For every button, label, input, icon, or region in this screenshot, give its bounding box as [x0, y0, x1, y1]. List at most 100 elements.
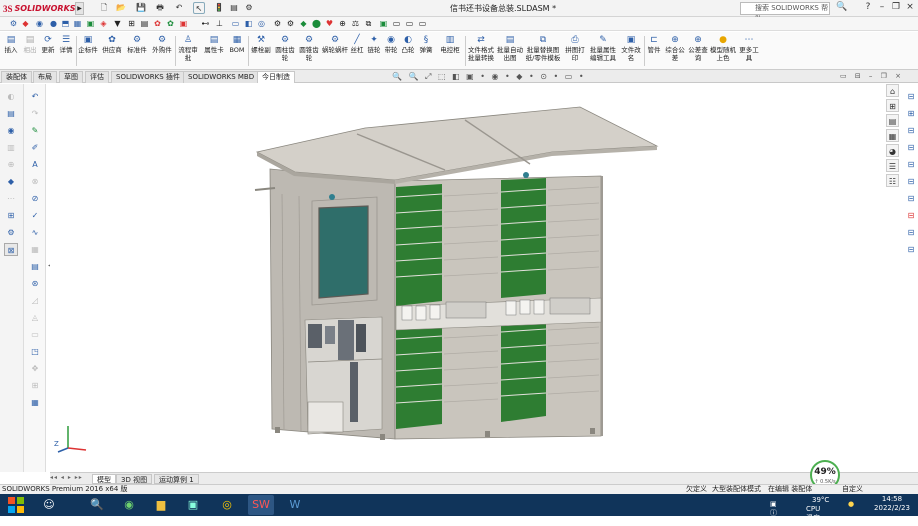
spring-button[interactable]: § 弹簧: [417, 34, 435, 54]
check-icon[interactable]: ✓: [28, 209, 42, 222]
browser-icon[interactable]: ◉: [116, 495, 142, 515]
feature-tool-icon[interactable]: ▥: [4, 141, 18, 154]
supplier-button[interactable]: ✿ 供应商: [100, 34, 124, 54]
side-tool-icon[interactable]: ⊟: [904, 90, 918, 103]
toolbar-tool-icon[interactable]: ✿: [152, 18, 163, 29]
search-icon[interactable]: 🔍: [84, 495, 110, 515]
toolbar-tool-icon[interactable]: ⚖: [350, 18, 361, 29]
random-color-button[interactable]: ● 模型随机上色: [710, 34, 736, 62]
feature-tool-icon[interactable]: ◐: [4, 90, 18, 103]
feature-tool-icon[interactable]: ⊕: [4, 158, 18, 171]
tolerance-query-button[interactable]: ⊕ 公差查询: [687, 34, 709, 62]
toolbar-tool-icon[interactable]: ●: [48, 18, 59, 29]
feature-tool-icon[interactable]: ⊠: [4, 243, 18, 256]
side-tool-icon[interactable]: ⊟: [904, 209, 918, 222]
file-explorer-icon[interactable]: ▆: [148, 495, 174, 515]
standard-part-button[interactable]: ⚙ 标准件: [125, 34, 149, 54]
graphics-viewport[interactable]: [50, 84, 886, 472]
file-properties-icon[interactable]: ▤: [228, 2, 240, 14]
app-icon[interactable]: ▣: [180, 495, 206, 515]
toolbar-tool-icon[interactable]: ⊥: [214, 18, 225, 29]
sketch-tool-icon[interactable]: ✎: [28, 124, 42, 137]
tab-today-manufacturing[interactable]: 今日制造: [257, 71, 295, 83]
side-tool-icon[interactable]: ⊟: [904, 226, 918, 239]
toolbar-tool-icon[interactable]: ◆: [20, 18, 31, 29]
toolbar-tool-icon[interactable]: ◆: [298, 18, 309, 29]
purchased-part-button[interactable]: ⚙ 外购件: [150, 34, 174, 54]
toolbar-tool-icon[interactable]: ▼: [112, 18, 123, 29]
feature-tool-icon[interactable]: ⚙: [4, 226, 18, 239]
tab-motion-study[interactable]: 运动算例 1: [154, 474, 199, 484]
sketch-tool-icon[interactable]: ▭: [28, 328, 42, 341]
sketch-tool-icon[interactable]: ⊛: [28, 277, 42, 290]
tab-assembly[interactable]: 装配体: [1, 71, 32, 83]
help-search-input[interactable]: 搜索 SOLIDWORKS 帮助: [740, 2, 830, 23]
sketch-tool-icon[interactable]: ⊘: [28, 192, 42, 205]
viewport-window-controls[interactable]: ▭ ⊟ – ❐ ×: [840, 72, 904, 80]
tab-layout[interactable]: 布局: [33, 71, 57, 83]
toolbar-tool-icon[interactable]: ▭: [230, 18, 241, 29]
sprocket-button[interactable]: ✦ 链轮: [366, 34, 382, 54]
menu-expand-arrow-icon[interactable]: ▶: [75, 2, 84, 15]
chrome-icon[interactable]: ◎: [214, 495, 240, 515]
toolbar-tool-icon[interactable]: ▭: [391, 18, 402, 29]
open-document-icon[interactable]: 📂: [115, 2, 127, 14]
tab-mbd[interactable]: SOLIDWORKS MBD: [183, 71, 260, 83]
file-explorer-icon[interactable]: ▤: [886, 114, 899, 127]
toolbar-tool-icon[interactable]: ⧉: [363, 18, 374, 29]
details-button[interactable]: ☰ 详情: [57, 34, 75, 54]
sketch-tool-icon[interactable]: ⊗: [28, 175, 42, 188]
toolbar-tool-icon[interactable]: ⬤: [311, 18, 322, 29]
select-arrow-icon[interactable]: ↖: [193, 2, 205, 14]
sketch-tool-icon[interactable]: ◿: [28, 294, 42, 307]
bevel-gear-button[interactable]: ⚙ 圆锥齿轮: [298, 34, 320, 62]
word-icon[interactable]: W: [282, 495, 308, 515]
feature-tool-icon[interactable]: ▤: [4, 107, 18, 120]
toolbar-tool-icon[interactable]: ▣: [85, 18, 96, 29]
toolbar-tool-icon[interactable]: ▤: [139, 18, 150, 29]
toolbar-tool-icon[interactable]: ▣: [178, 18, 189, 29]
cam-button[interactable]: ◐ 凸轮: [400, 34, 416, 54]
sketch-tool-icon[interactable]: ✥: [28, 362, 42, 375]
pulley-button[interactable]: ◉ 带轮: [383, 34, 399, 54]
feature-tool-icon[interactable]: ◉: [4, 124, 18, 137]
side-tool-icon[interactable]: ⊟: [904, 158, 918, 171]
heads-up-view-toolbar[interactable]: 🔍 🔍 ⤢ ⬚ ◧ ▣ • ◉ • ◆ • ⊙ • ▭ •: [392, 72, 586, 83]
tray-icons[interactable]: ▣ ⓘ ▴: [770, 500, 777, 526]
lead-screw-button[interactable]: ╱ 丝杠: [349, 34, 365, 54]
rename-button[interactable]: ▣ 文件改名: [619, 34, 643, 62]
property-edit-button[interactable]: ✎ 批量属性编辑工具: [588, 34, 618, 62]
toolbar-tool-icon[interactable]: ⚙: [285, 18, 296, 29]
assembly-model[interactable]: [50, 84, 886, 472]
help-menu-icon[interactable]: ?: [862, 2, 874, 12]
forum-icon[interactable]: ☷: [886, 174, 899, 187]
print-button[interactable]: ⎙ 拼图打印: [563, 34, 587, 62]
toolbar-tool-icon[interactable]: ◧: [243, 18, 254, 29]
toolbar-tool-icon[interactable]: ⊞: [126, 18, 137, 29]
home-icon[interactable]: ⌂: [886, 84, 899, 97]
solidworks-logo[interactable]: 3S SOLIDWORKS: [3, 2, 76, 15]
template-replace-button[interactable]: ⧉ 批量替换图纸/零件模板: [524, 34, 562, 62]
appearances-icon[interactable]: ◕: [886, 144, 899, 157]
toolbar-tool-icon[interactable]: ⊕: [337, 18, 348, 29]
toolbar-tool-icon[interactable]: ◈: [98, 18, 109, 29]
feature-tool-icon[interactable]: ⋯: [4, 192, 18, 205]
restore-icon[interactable]: ❐: [890, 2, 902, 12]
text-icon[interactable]: A: [28, 158, 42, 171]
view-palette-icon[interactable]: ▦: [886, 129, 899, 142]
custom-properties-icon[interactable]: ☰: [886, 159, 899, 172]
tab-sketch[interactable]: 草图: [59, 71, 83, 83]
new-document-icon[interactable]: 🗋: [98, 2, 110, 14]
property-card-button[interactable]: ▤ 属性卡: [203, 34, 225, 54]
toolbar-tool-icon[interactable]: ◉: [34, 18, 45, 29]
minimize-icon[interactable]: –: [876, 2, 888, 12]
insert-button[interactable]: ▤ 插入: [2, 34, 20, 54]
sketch-tool-icon[interactable]: ◬: [28, 311, 42, 324]
tab-evaluate[interactable]: 评估: [85, 71, 109, 83]
tab-scroll-arrows-icon[interactable]: ◂◂ ◂ ▸ ▸▸: [50, 474, 83, 481]
toolbar-tool-icon[interactable]: ▣: [378, 18, 389, 29]
toolbar-tool-icon[interactable]: ▭: [404, 18, 415, 29]
feature-tool-icon[interactable]: ⊞: [4, 209, 18, 222]
design-library-icon[interactable]: ⊞: [886, 99, 899, 112]
sketch-tool-icon[interactable]: ⊞: [28, 379, 42, 392]
